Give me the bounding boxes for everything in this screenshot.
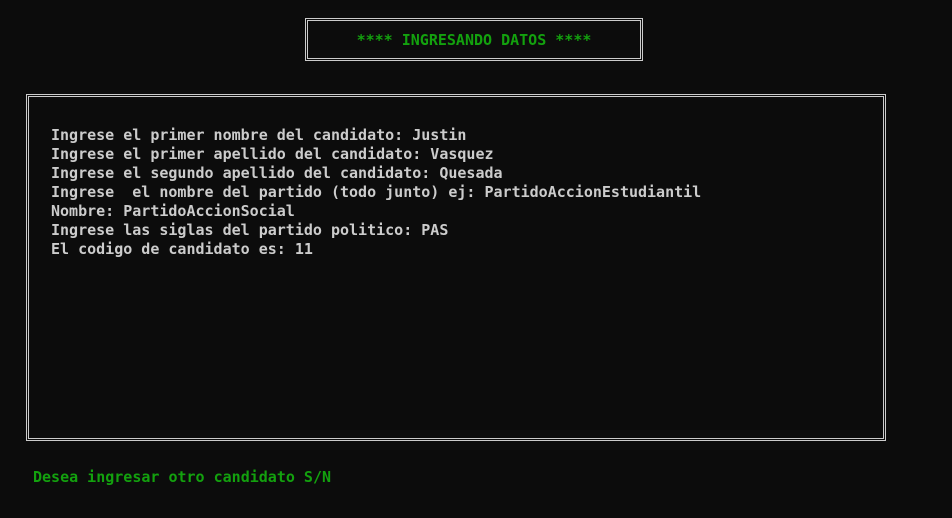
output-line-candidate-code: El codigo de candidato es: 11 — [51, 240, 313, 258]
output-line-party-prompt: Ingrese el nombre del partido (todo junt… — [51, 183, 702, 201]
output-panel: Ingrese el primer nombre del candidato: … — [26, 94, 886, 441]
output-line-first-surname: Ingrese el primer apellido del candidato… — [51, 145, 494, 163]
continue-prompt[interactable]: Desea ingresar otro candidato S/N — [33, 467, 331, 487]
output-line-first-name: Ingrese el primer nombre del candidato: … — [51, 126, 467, 144]
title-box: **** INGRESANDO DATOS **** — [305, 18, 643, 61]
output-lines: Ingrese el primer nombre del candidato: … — [51, 126, 701, 259]
page-title: **** INGRESANDO DATOS **** — [356, 30, 592, 49]
output-line-second-surname: Ingrese el segundo apellido del candidat… — [51, 164, 503, 182]
output-line-party-name: Nombre: PartidoAccionSocial — [51, 202, 295, 220]
output-line-party-acronym: Ingrese las siglas del partido politico:… — [51, 221, 449, 239]
